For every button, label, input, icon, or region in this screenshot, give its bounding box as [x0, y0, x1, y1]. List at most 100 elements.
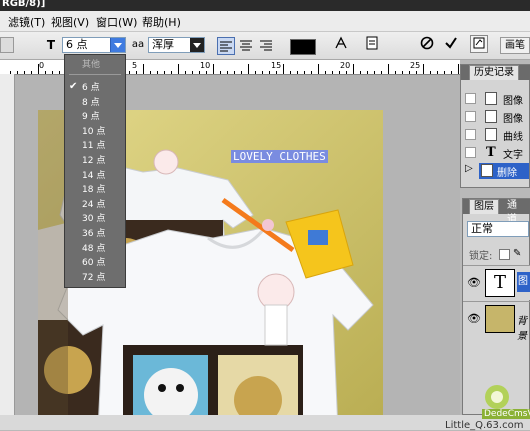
history-checkbox[interactable] [465, 147, 476, 158]
history-item[interactable]: 图像 [465, 109, 529, 125]
anti-alias-value: 浑厚 [152, 38, 174, 51]
ruler-tick [297, 71, 298, 74]
chevron-down-icon[interactable] [190, 38, 204, 52]
eye-icon[interactable]: 👁 [467, 312, 481, 325]
font-size-option[interactable]: 11 点 [65, 139, 125, 153]
layer-row-text[interactable]: 👁 T 图 [463, 265, 530, 300]
brush-lock-icon[interactable]: ✎ [513, 248, 521, 259]
font-size-option[interactable]: 24 点 [65, 198, 125, 212]
ruler-tick [178, 64, 179, 74]
history-checkbox[interactable] [465, 111, 476, 122]
menu-help[interactable]: 帮助(H) [142, 14, 181, 30]
layer-row-background[interactable]: 👁 背景 [463, 301, 530, 342]
menu-filter[interactable]: 滤镜(T) [8, 14, 45, 30]
font-size-option[interactable]: 14 点 [65, 169, 125, 183]
menu-view[interactable]: 视图(V) [51, 14, 89, 30]
menu-bar: 滤镜(T) 视图(V) 窗口(W) 帮助(H) [0, 11, 530, 32]
ruler-tick [38, 64, 39, 74]
blend-mode-select[interactable]: 正常 [467, 221, 529, 237]
history-item-label: 删除 [497, 168, 517, 179]
type-tool-icon: T [486, 145, 496, 160]
ruler-tick [255, 71, 256, 74]
palettes-icon[interactable] [363, 36, 381, 54]
ruler-tick [269, 71, 270, 74]
history-item-selected[interactable]: 删除 [479, 163, 529, 179]
ruler-tick [311, 71, 312, 74]
ruler-tick [304, 71, 305, 74]
lock-transparent-checkbox[interactable] [499, 249, 510, 260]
eye-icon[interactable]: 👁 [467, 276, 481, 289]
ruler-tick [374, 71, 375, 74]
history-panel: 历史记录 图像 图像 曲线 T 文字 删除 ▷ [460, 64, 530, 188]
layer-name-background[interactable]: 背景 [517, 312, 530, 342]
tab-layers[interactable]: 图层 [469, 199, 499, 214]
font-size-option[interactable]: 60 点 [65, 256, 125, 270]
tab-channels[interactable]: 通道 [503, 199, 529, 225]
ruler-tick [402, 71, 403, 74]
font-size-option[interactable]: 10 点 [65, 125, 125, 139]
align-right-button[interactable] [257, 37, 275, 55]
ruler-tick [346, 71, 347, 74]
align-left-button[interactable] [217, 37, 235, 55]
ruler-tick [409, 71, 410, 74]
background-layer-thumbnail [485, 305, 515, 333]
font-size-option[interactable]: 8 点 [65, 96, 125, 110]
tool-presets-icon[interactable] [470, 35, 488, 53]
brushes-tab[interactable]: 画笔 [500, 37, 530, 54]
ruler-tick [367, 71, 368, 74]
ruler-tick [276, 71, 277, 74]
ruler-tick [248, 64, 249, 74]
document-icon [485, 128, 497, 141]
ruler-label: 20 [340, 61, 351, 70]
commit-icon[interactable] [442, 36, 460, 54]
ruler-tick [220, 71, 221, 74]
ruler-tick [437, 71, 438, 74]
document-icon [485, 110, 497, 123]
anti-alias-field[interactable]: 浑厚 [148, 37, 205, 53]
font-size-field[interactable]: 6 点 [62, 37, 126, 53]
ruler-tick [458, 64, 459, 74]
history-item-label: 曲线 [503, 132, 523, 143]
history-item[interactable]: T 文字 [465, 145, 529, 161]
ruler-label: 15 [271, 61, 282, 70]
ruler-tick [52, 71, 53, 74]
font-size-option[interactable]: 12 点 [65, 154, 125, 168]
font-size-option[interactable]: 72 点 [65, 271, 125, 285]
font-size-option[interactable]: 9 点 [65, 110, 125, 124]
ruler-tick [24, 71, 25, 74]
font-size-option[interactable]: 30 点 [65, 212, 125, 226]
lock-label: 锁定: [469, 251, 493, 262]
dropdown-header: 其他 [82, 60, 101, 70]
ruler-tick [199, 71, 200, 74]
layer-name-text[interactable]: 图 [517, 272, 530, 292]
document-icon [481, 164, 493, 177]
ruler-tick [185, 71, 186, 74]
text-layer-selection[interactable]: LOVELY CLOTHES [231, 150, 328, 163]
menu-window[interactable]: 窗口(W) [96, 14, 137, 30]
tab-history[interactable]: 历史记录 [469, 65, 519, 80]
font-size-dropdown: 其他 ✔ 6 点8 点9 点 10 点 11 点 12 点 14 点 18 点 24 点 30… [64, 54, 126, 288]
font-size-option[interactable]: 48 点 [65, 242, 125, 256]
text-color-swatch[interactable] [290, 39, 316, 55]
warp-text-icon[interactable] [332, 36, 350, 54]
cancel-icon[interactable] [418, 36, 436, 54]
ruler-tick [339, 71, 340, 74]
history-checkbox[interactable] [465, 129, 476, 140]
font-size-option[interactable]: 6 点 [65, 81, 125, 95]
ruler-tick [136, 71, 137, 74]
history-item-label: 文字 [503, 150, 523, 161]
ruler-tick [353, 64, 354, 74]
window-title: RGB/8)] [2, 0, 46, 9]
ruler-tick [17, 71, 18, 74]
ruler-tick [129, 71, 130, 74]
font-size-option[interactable]: 36 点 [65, 227, 125, 241]
font-size-value: 6 点 [66, 38, 88, 51]
chevron-down-icon[interactable] [110, 38, 125, 52]
font-style-field[interactable] [0, 37, 14, 53]
history-item[interactable]: 图像 [465, 91, 529, 107]
align-center-button[interactable] [237, 37, 255, 55]
ruler-tick [164, 71, 165, 74]
history-item[interactable]: 曲线 [465, 127, 529, 143]
font-size-option[interactable]: 18 点 [65, 183, 125, 197]
history-checkbox[interactable] [465, 93, 476, 104]
